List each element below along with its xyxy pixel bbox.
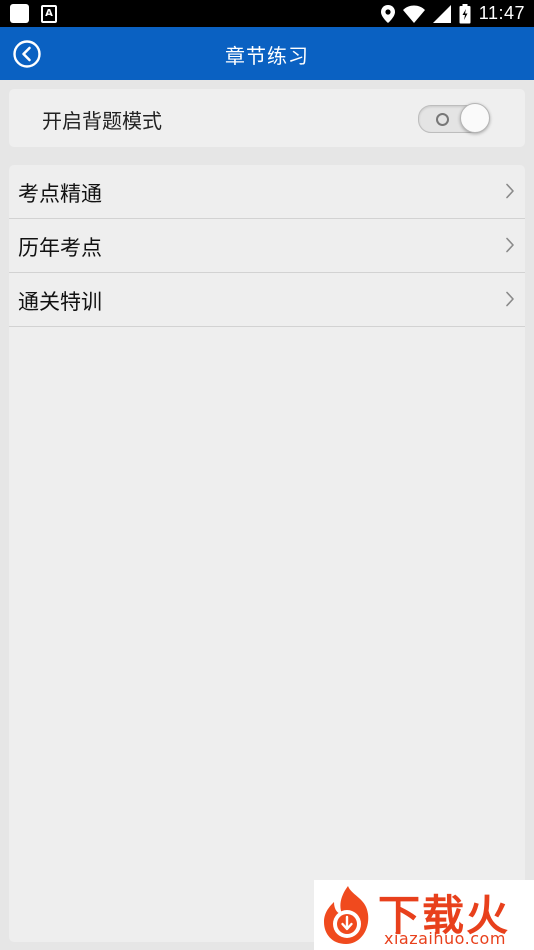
menu-item-tongguan-texun[interactable]: 通关特训 — [9, 273, 525, 327]
watermark: 下载火 xiazaihuo.com — [314, 880, 534, 950]
menu-item-kaodian-jingtong[interactable]: 考点精通 — [9, 165, 525, 219]
menu-item-label: 通关特训 — [18, 290, 102, 314]
app-bar: 章节练习 — [0, 27, 534, 80]
status-right-icons: 11:47 — [380, 2, 525, 25]
chevron-right-icon — [506, 291, 514, 307]
toggle-off-indicator-icon — [436, 113, 449, 126]
battery-icon — [459, 3, 471, 23]
chevron-right-icon — [506, 237, 514, 253]
menu-item-linian-kaodian[interactable]: 历年考点 — [9, 219, 525, 273]
flame-logo-icon — [324, 886, 369, 944]
wifi-icon — [402, 5, 425, 23]
menu-item-label: 考点精通 — [18, 182, 102, 206]
recite-mode-label: 开启背题模式 — [42, 109, 162, 133]
signal-icon — [432, 4, 451, 23]
chevron-right-icon — [506, 183, 514, 199]
location-icon — [380, 4, 395, 23]
toggle-knob — [460, 103, 490, 133]
recite-mode-toggle[interactable] — [418, 103, 490, 133]
notification-square-icon — [10, 4, 29, 23]
status-time: 11:47 — [478, 3, 525, 23]
font-a-icon: A — [41, 4, 57, 23]
recite-mode-row: 开启背题模式 — [9, 89, 525, 147]
chapter-menu-list: 考点精通 历年考点 通关特训 — [9, 165, 525, 942]
menu-item-label: 历年考点 — [18, 236, 102, 260]
status-left-icons: A — [10, 4, 57, 23]
status-bar: A 11:47 — [0, 0, 534, 27]
watermark-url: xiazaihuo.com — [384, 929, 506, 948]
page-title: 章节练习 — [225, 44, 309, 68]
